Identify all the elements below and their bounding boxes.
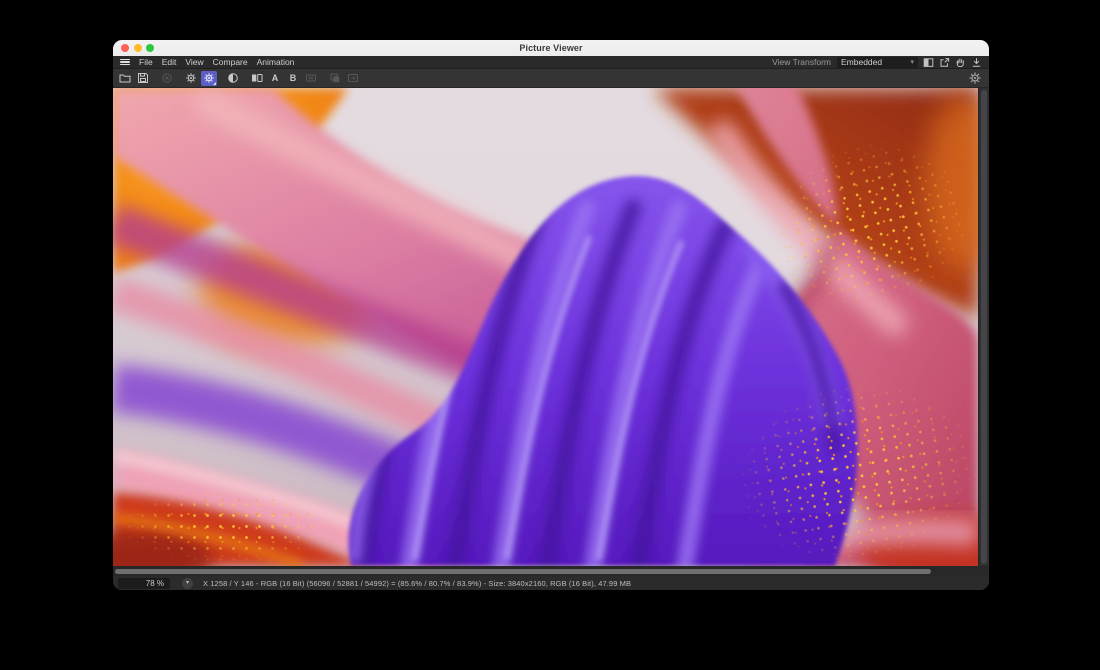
menu-view[interactable]: View (185, 57, 203, 67)
zoom-preset-dropdown-button[interactable]: ▾ (182, 578, 193, 589)
swap-ab-icon (303, 71, 319, 86)
window-title: Picture Viewer (519, 43, 582, 53)
hamburger-menu-icon[interactable] (120, 59, 130, 66)
copy-icon (327, 71, 343, 86)
view-transform-dropdown[interactable]: Embedded ▾ (837, 57, 918, 68)
menu-compare[interactable]: Compare (213, 57, 248, 67)
contrast-icon[interactable] (225, 71, 241, 86)
minimize-window-button[interactable] (134, 44, 142, 52)
artwork-image (113, 88, 978, 566)
titlebar[interactable]: Picture Viewer (113, 40, 989, 56)
menu-animation[interactable]: Animation (257, 57, 295, 67)
close-result-icon (159, 71, 175, 86)
set-a-button[interactable]: A (267, 71, 283, 86)
view-transform-value: Embedded (841, 57, 882, 67)
filter-gear-icon[interactable] (967, 71, 983, 86)
menubar-right-controls: View Transform Embedded ▾ (772, 56, 982, 68)
vertical-scrollbar[interactable] (978, 88, 989, 566)
external-window-icon[interactable] (938, 56, 950, 68)
pixel-info-text: X 1258 / Y 146 - RGB (16 Bit) (56096 / 5… (203, 579, 631, 588)
picture-viewer-window: Picture Viewer File Edit View Compare An… (113, 40, 989, 590)
status-bar: 78 % ▾ X 1258 / Y 146 - RGB (16 Bit) (56… (113, 576, 989, 590)
set-b-button[interactable]: B (285, 71, 301, 86)
display-settings-gear-icon[interactable] (201, 71, 217, 86)
menu-file[interactable]: File (139, 57, 153, 67)
picture-canvas[interactable] (113, 88, 978, 566)
split-view-icon[interactable] (922, 56, 934, 68)
horizontal-scrollbar[interactable] (113, 566, 989, 576)
menu-edit[interactable]: Edit (162, 57, 177, 67)
menu-bar: File Edit View Compare Animation View Tr… (113, 56, 989, 69)
image-viewport (113, 88, 989, 566)
compare-panels-icon[interactable] (249, 71, 265, 86)
save-icon[interactable] (135, 71, 151, 86)
pan-hand-icon[interactable] (954, 56, 966, 68)
paste-icon (345, 71, 361, 86)
desktop-background: Picture Viewer File Edit View Compare An… (0, 0, 1100, 670)
save-image-icon[interactable] (970, 56, 982, 68)
toolbar: A B (113, 69, 989, 88)
vertical-scrollbar-thumb[interactable] (981, 90, 987, 564)
render-settings-gear-icon[interactable] (183, 71, 199, 86)
horizontal-scrollbar-thumb[interactable] (115, 569, 931, 574)
chevron-down-icon: ▾ (910, 59, 914, 66)
close-window-button[interactable] (121, 44, 129, 52)
open-icon[interactable] (117, 71, 133, 86)
traffic-lights (121, 44, 154, 52)
view-transform-label: View Transform (772, 57, 831, 67)
zoom-level-input[interactable]: 78 % (118, 578, 170, 589)
zoom-window-button[interactable] (146, 44, 154, 52)
